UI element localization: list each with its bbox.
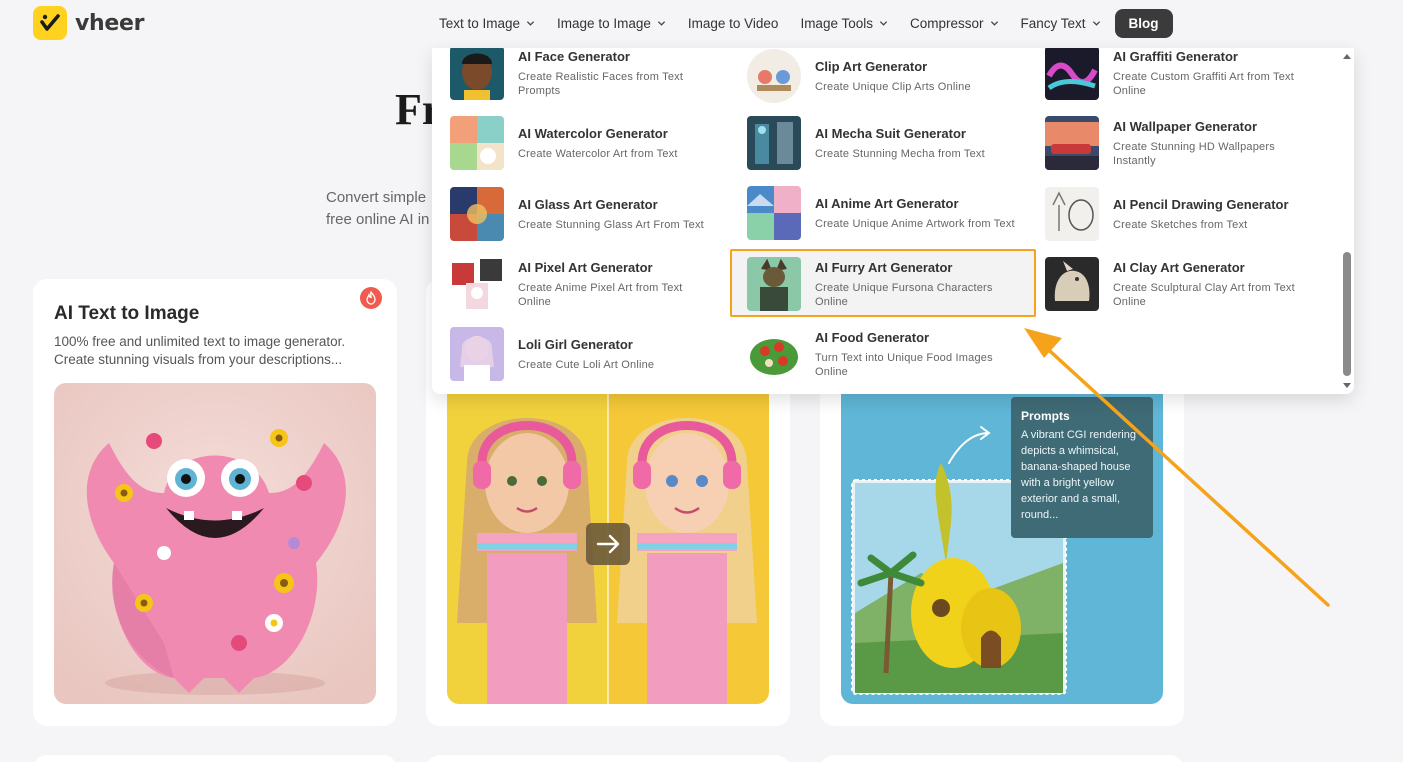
nav-fancy-text[interactable]: Fancy Text: [1021, 16, 1101, 31]
menu-desc: Create Realistic Faces from Text Prompts: [518, 70, 684, 97]
pink-monster-image: [54, 383, 376, 704]
menu-title: AI Anime Art Generator: [815, 195, 959, 211]
furry-thumbnail: [747, 257, 801, 311]
menu-title: Loli Girl Generator: [518, 336, 633, 352]
blog-button[interactable]: Blog: [1114, 9, 1173, 38]
scroll-up-arrow-icon[interactable]: [1343, 54, 1351, 59]
brand-name: vheer: [75, 10, 145, 36]
menu-title: AI Wallpaper Generator: [1113, 118, 1257, 134]
menu-item-ai-glass-art-generator[interactable]: AI Glass Art Generator Create Stunning Gl…: [450, 183, 740, 245]
menu-title: Clip Art Generator: [815, 58, 928, 74]
text-to-image-card[interactable]: AI Text to Image 100% free and unlimited…: [33, 279, 397, 726]
glass-art-thumbnail: [450, 187, 504, 241]
chevron-down-icon: [526, 21, 535, 26]
menu-item-ai-pixel-art-generator[interactable]: AI Pixel Art Generator Create Anime Pixel…: [450, 253, 740, 315]
nav-label: Image to Video: [687, 16, 779, 31]
anime-thumbnail: [747, 186, 801, 240]
menu-item-ai-clay-art-generator[interactable]: AI Clay Art Generator Create Sculptural C…: [1045, 253, 1335, 315]
menu-item-ai-watercolor-generator[interactable]: AI Watercolor Generator Create Watercolor…: [450, 112, 740, 174]
menu-desc: Create Anime Pixel Art from Text Online: [518, 281, 683, 308]
clip-art-thumbnail: [747, 49, 801, 103]
menu-title: AI Mecha Suit Generator: [815, 125, 966, 141]
chevron-down-icon: [879, 21, 888, 26]
pixel-art-thumbnail: [450, 257, 504, 311]
chevron-down-icon: [657, 21, 665, 26]
menu-desc: Create Stunning HD Wallpapers Instantly: [1113, 140, 1275, 167]
menu-desc: Create Unique Anime Artwork from Text: [815, 217, 1015, 230]
menu-desc: Create Watercolor Art from Text: [518, 147, 678, 160]
nav-label: Image Tools: [800, 16, 873, 31]
menu-item-ai-anime-art-generator[interactable]: AI Anime Art Generator Create Unique Anim…: [747, 182, 1037, 244]
menu-item-ai-graffiti-generator[interactable]: AI Graffiti Generator Create Custom Graff…: [1045, 48, 1335, 104]
menu-desc: Turn Text into Unique Food Images Online: [815, 351, 993, 378]
nav-label: Compressor: [909, 16, 984, 31]
next-card[interactable]: [426, 755, 790, 762]
text-to-image-dropdown: AI Face Generator Create Realistic Faces …: [432, 48, 1354, 394]
wallpaper-thumbnail: [1045, 116, 1099, 170]
before-after-girls-image: [447, 383, 769, 704]
scroll-thumb[interactable]: [1343, 252, 1351, 376]
pencil-drawing-thumbnail: [1045, 187, 1099, 241]
menu-item-ai-pencil-drawing-generator[interactable]: AI Pencil Drawing Generator Create Sketch…: [1045, 183, 1335, 245]
menu-desc: Create Custom Graffiti Art from Text Onl…: [1113, 70, 1295, 97]
menu-title: AI Pencil Drawing Generator: [1113, 196, 1289, 212]
next-card[interactable]: [33, 755, 397, 762]
nav-text-to-image[interactable]: Text to Image: [439, 16, 535, 31]
clay-art-thumbnail: [1045, 257, 1099, 311]
menu-item-ai-food-generator[interactable]: AI Food Generator Turn Text into Unique F…: [747, 323, 1037, 385]
graffiti-thumbnail: [1045, 48, 1099, 100]
dropdown-scrollbar[interactable]: [1340, 48, 1354, 394]
menu-title: AI Food Generator: [815, 329, 930, 345]
loli-girl-thumbnail: [450, 327, 504, 381]
fire-icon: [360, 287, 382, 309]
nav-label: Fancy Text: [1020, 16, 1086, 31]
menu-item-ai-wallpaper-generator[interactable]: AI Wallpaper Generator Create Stunning HD…: [1045, 112, 1335, 174]
logo[interactable]: vheer: [33, 6, 145, 40]
prompt-text: A vibrant CGI rendering depicts a whimsi…: [1021, 429, 1136, 521]
menu-title: AI Clay Art Generator: [1113, 259, 1245, 275]
nav-label: Image to Image: [557, 16, 651, 31]
menu-title: AI Furry Art Generator: [815, 259, 953, 275]
scroll-down-arrow-icon[interactable]: [1343, 383, 1351, 388]
card-title: AI Text to Image: [54, 303, 200, 324]
menu-desc: Create Sketches from Text: [1113, 218, 1248, 231]
hero-subtitle: Convert simple free online AI in: [326, 189, 430, 228]
menu-title: AI Glass Art Generator: [518, 196, 658, 212]
main-nav: Text to Image Image to Image Image to Vi…: [439, 8, 1173, 39]
menu-title: AI Pixel Art Generator: [518, 259, 653, 275]
face-thumbnail: [450, 48, 504, 100]
vheer-logo-icon: [33, 6, 67, 40]
menu-item-ai-face-generator[interactable]: AI Face Generator Create Realistic Faces …: [450, 48, 740, 104]
menu-item-ai-mecha-suit-generator[interactable]: AI Mecha Suit Generator Create Stunning M…: [747, 112, 1037, 174]
menu-desc: Create Sculptural Clay Art from Text Onl…: [1113, 281, 1295, 308]
chevron-down-icon: [990, 21, 998, 26]
watercolor-thumbnail: [450, 116, 504, 170]
menu-desc: Create Stunning Glass Art From Text: [518, 218, 704, 231]
nav-image-to-video[interactable]: Image to Video: [688, 16, 779, 31]
site-header: vheer Text to Image Image to Image Image…: [0, 0, 1403, 48]
prompt-label: Prompts: [1021, 409, 1070, 423]
food-thumbnail: [747, 327, 801, 381]
nav-label: Text to Image: [439, 16, 521, 31]
menu-desc: Create Cute Loli Art Online: [518, 358, 655, 371]
nav-compressor[interactable]: Compressor: [910, 16, 999, 31]
menu-item-ai-furry-art-generator[interactable]: AI Furry Art Generator Create Unique Furs…: [747, 253, 1037, 315]
banana-house-image: Prompts A vibrant CGI rendering depicts …: [841, 383, 1163, 704]
menu-desc: Create Stunning Mecha from Text: [815, 147, 985, 160]
nav-image-to-image[interactable]: Image to Image: [557, 16, 666, 31]
menu-title: AI Face Generator: [518, 48, 630, 64]
menu-item-clip-art-generator[interactable]: Clip Art Generator Create Unique Clip Art…: [747, 48, 1037, 107]
menu-title: AI Watercolor Generator: [518, 125, 668, 141]
next-card[interactable]: [820, 755, 1184, 762]
menu-desc: Create Unique Fursona Characters Online: [815, 281, 993, 308]
chevron-down-icon: [1092, 21, 1100, 26]
nav-image-tools[interactable]: Image Tools: [800, 16, 888, 31]
mecha-thumbnail: [747, 116, 801, 170]
card-description: 100% free and unlimited text to image ge…: [54, 334, 346, 367]
menu-title: AI Graffiti Generator: [1113, 48, 1238, 64]
menu-desc: Create Unique Clip Arts Online: [815, 80, 971, 93]
menu-item-loli-girl-generator[interactable]: Loli Girl Generator Create Cute Loli Art …: [450, 323, 740, 385]
